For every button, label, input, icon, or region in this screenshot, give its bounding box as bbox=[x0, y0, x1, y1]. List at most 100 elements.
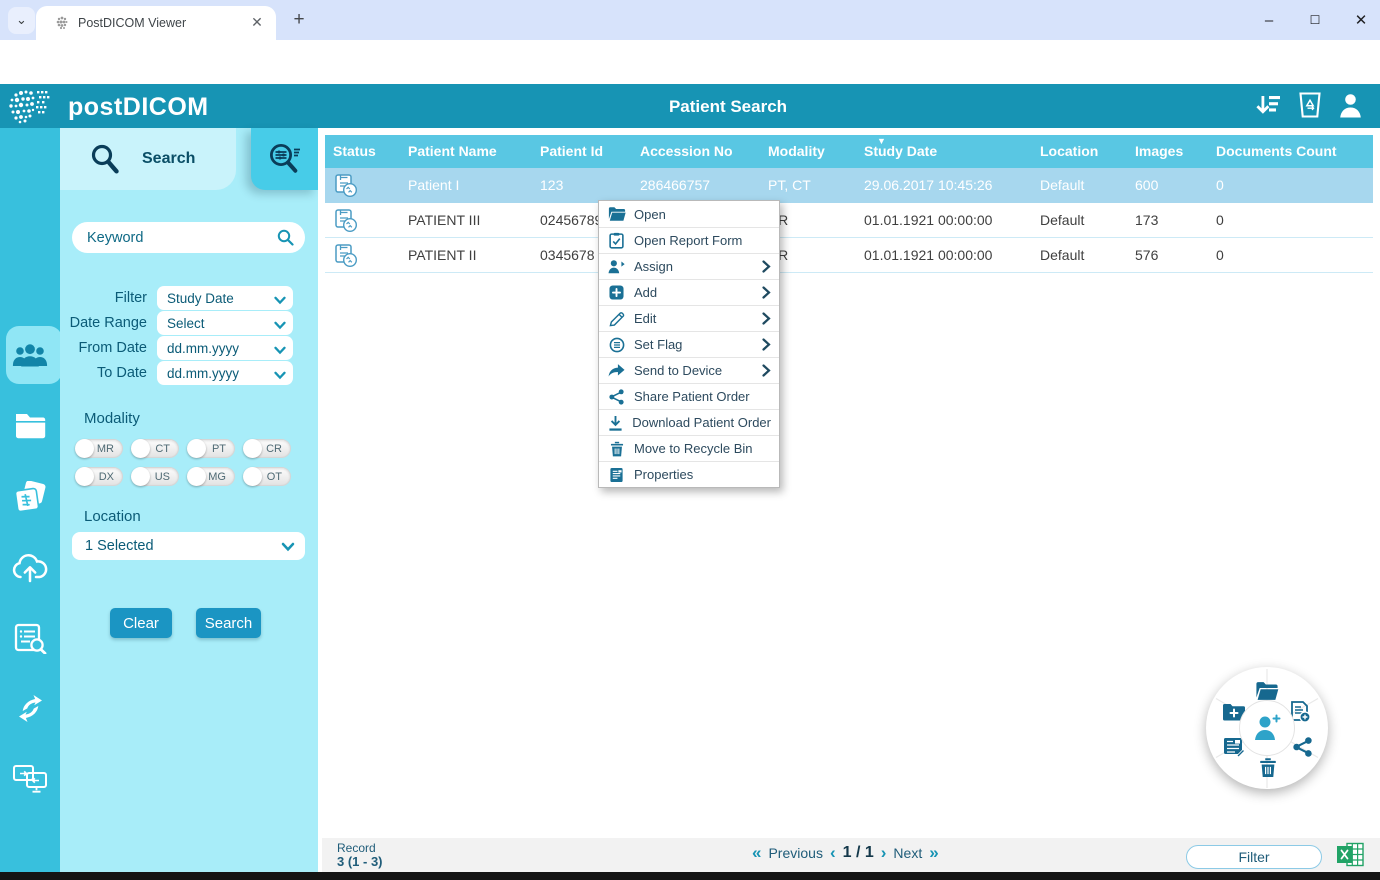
tab-advanced-search[interactable] bbox=[251, 128, 318, 190]
submenu-chevron-icon bbox=[762, 338, 771, 351]
user-icon[interactable] bbox=[1339, 93, 1362, 123]
menu-item-send-to-device[interactable]: Send to Device bbox=[599, 357, 779, 383]
modality-toggle-mr[interactable]: MR bbox=[75, 439, 123, 458]
location: Default bbox=[1040, 177, 1085, 193]
modality-toggle-dx[interactable]: DX bbox=[75, 467, 123, 486]
last-page-icon[interactable]: » bbox=[929, 843, 938, 863]
documents-count: 0 bbox=[1216, 247, 1224, 263]
sidebar-item-sync[interactable] bbox=[0, 678, 60, 738]
search-button[interactable]: Search bbox=[196, 608, 261, 638]
page-title: Patient Search bbox=[668, 97, 788, 116]
window-edge bbox=[0, 872, 1380, 880]
toggle-label: MR bbox=[96, 443, 114, 455]
menu-item-open-report-form[interactable]: Open Report Form bbox=[599, 227, 779, 253]
table-row[interactable]: Patient I 123 286466757 PT, CT 29.06.201… bbox=[325, 168, 1373, 203]
modality-toggle-mg[interactable]: MG bbox=[187, 467, 235, 486]
previous-page-icon[interactable]: ‹ bbox=[830, 843, 836, 863]
recycle-bin-icon[interactable] bbox=[1299, 92, 1321, 123]
menu-item-properties[interactable]: Properties bbox=[599, 461, 779, 487]
modality-label: Modality bbox=[84, 410, 140, 427]
chevron-down-icon bbox=[274, 293, 286, 308]
menu-item-assign[interactable]: Assign bbox=[599, 253, 779, 279]
date-range-select[interactable]: Select bbox=[157, 311, 293, 335]
table-row[interactable]: PATIENT III 02456789 CR 01.01.1921 00:00… bbox=[325, 203, 1373, 238]
to-date-select[interactable]: dd.mm.yyyy bbox=[157, 361, 293, 385]
menu-item-share-patient-order[interactable]: Share Patient Order bbox=[599, 383, 779, 409]
sidebar-item-patients[interactable] bbox=[0, 326, 60, 386]
sort-list-icon[interactable] bbox=[1256, 94, 1281, 122]
images-icon bbox=[14, 481, 46, 513]
location-select[interactable]: 1 Selected bbox=[72, 532, 305, 560]
browser-tab[interactable]: PostDICOM Viewer ✕ bbox=[36, 6, 276, 40]
record-count: 3 (1 - 3) bbox=[337, 854, 383, 869]
patient-table: ▼ Status Patient Name Patient Id Accessi… bbox=[325, 135, 1373, 273]
menu-item-label: Open bbox=[634, 206, 666, 222]
keyword-input[interactable] bbox=[72, 222, 305, 253]
modality-toggle-us[interactable]: US bbox=[131, 467, 179, 486]
col-patient-id[interactable]: Patient Id bbox=[532, 135, 632, 168]
window-maximize-button[interactable]: ☐ bbox=[1304, 13, 1326, 27]
submenu-chevron-icon bbox=[762, 260, 771, 273]
advanced-search-icon bbox=[269, 143, 300, 173]
add-square-icon bbox=[607, 285, 626, 300]
col-accession-no[interactable]: Accession No bbox=[632, 135, 760, 168]
brand-logo: postDICOM bbox=[68, 93, 209, 121]
radial-add-patient-button[interactable] bbox=[1239, 700, 1295, 756]
menu-item-move-to-recycle-bin[interactable]: Move to Recycle Bin bbox=[599, 435, 779, 461]
sidebar-item-devices[interactable] bbox=[0, 748, 60, 808]
filter-value: Study Date bbox=[167, 290, 234, 306]
first-page-icon[interactable]: « bbox=[752, 843, 761, 863]
assign-person-icon bbox=[607, 259, 626, 274]
menu-item-open[interactable]: Open bbox=[599, 201, 779, 227]
trash-icon bbox=[607, 441, 626, 457]
filter-button[interactable]: Filter bbox=[1186, 845, 1322, 869]
col-patient-name[interactable]: Patient Name bbox=[400, 135, 532, 168]
favicon bbox=[54, 15, 70, 31]
menu-item-download-patient-order[interactable]: Download Patient Order bbox=[599, 409, 779, 435]
menu-item-edit[interactable]: Edit bbox=[599, 305, 779, 331]
toggle-knob bbox=[131, 439, 150, 458]
modality-toggle-cr[interactable]: CR bbox=[243, 439, 291, 458]
location: Default bbox=[1040, 247, 1085, 263]
properties-icon bbox=[607, 467, 626, 483]
clear-button[interactable]: Clear bbox=[110, 608, 172, 638]
menu-item-add[interactable]: Add bbox=[599, 279, 779, 305]
col-images[interactable]: Images bbox=[1127, 135, 1208, 168]
person-plus-icon bbox=[1255, 714, 1281, 740]
modality-toggle-ot[interactable]: OT bbox=[243, 467, 291, 486]
sidebar-item-upload[interactable] bbox=[0, 538, 60, 598]
sidebar-item-folders[interactable] bbox=[0, 395, 60, 455]
window-minimize-button[interactable]: – bbox=[1258, 12, 1280, 29]
toggle-knob bbox=[243, 467, 262, 486]
sort-desc-icon[interactable]: ▼ bbox=[877, 136, 886, 146]
tab-close-icon[interactable]: ✕ bbox=[248, 14, 266, 32]
export-excel-icon[interactable] bbox=[1337, 842, 1364, 872]
radial-share-button[interactable] bbox=[1290, 735, 1314, 759]
previous-button[interactable]: Previous bbox=[768, 845, 822, 861]
menu-item-set-flag[interactable]: Set Flag bbox=[599, 331, 779, 357]
sidebar-item-images[interactable] bbox=[0, 468, 60, 528]
menu-item-label: Move to Recycle Bin bbox=[634, 441, 753, 456]
filter-select[interactable]: Study Date bbox=[157, 286, 293, 310]
window-close-button[interactable]: ✕ bbox=[1350, 11, 1372, 29]
col-documents-count[interactable]: Documents Count bbox=[1208, 135, 1373, 168]
modality-toggle-ct[interactable]: CT bbox=[131, 439, 179, 458]
search-icon bbox=[91, 144, 119, 174]
tab-search-button[interactable]: ⌄ bbox=[8, 7, 35, 34]
col-location[interactable]: Location bbox=[1032, 135, 1127, 168]
from-date-select[interactable]: dd.mm.yyyy bbox=[157, 336, 293, 360]
modality-toggle-pt[interactable]: PT bbox=[187, 439, 235, 458]
next-page-icon[interactable]: › bbox=[881, 843, 887, 863]
sidebar-item-worklist[interactable] bbox=[0, 608, 60, 668]
location: Default bbox=[1040, 212, 1085, 228]
tab-basic-search[interactable]: Search bbox=[60, 128, 236, 190]
documents-count: 0 bbox=[1216, 212, 1224, 228]
next-button[interactable]: Next bbox=[893, 845, 922, 861]
col-status[interactable]: Status bbox=[325, 135, 400, 168]
to-date-value: dd.mm.yyyy bbox=[167, 365, 240, 381]
col-modality[interactable]: Modality bbox=[760, 135, 856, 168]
new-tab-button[interactable]: + bbox=[286, 8, 312, 34]
radial-delete-button[interactable] bbox=[1256, 755, 1280, 779]
table-row[interactable]: PATIENT II 0345678 CR 01.01.1921 00:00:0… bbox=[325, 238, 1373, 273]
keyword-search-icon[interactable] bbox=[277, 229, 294, 251]
